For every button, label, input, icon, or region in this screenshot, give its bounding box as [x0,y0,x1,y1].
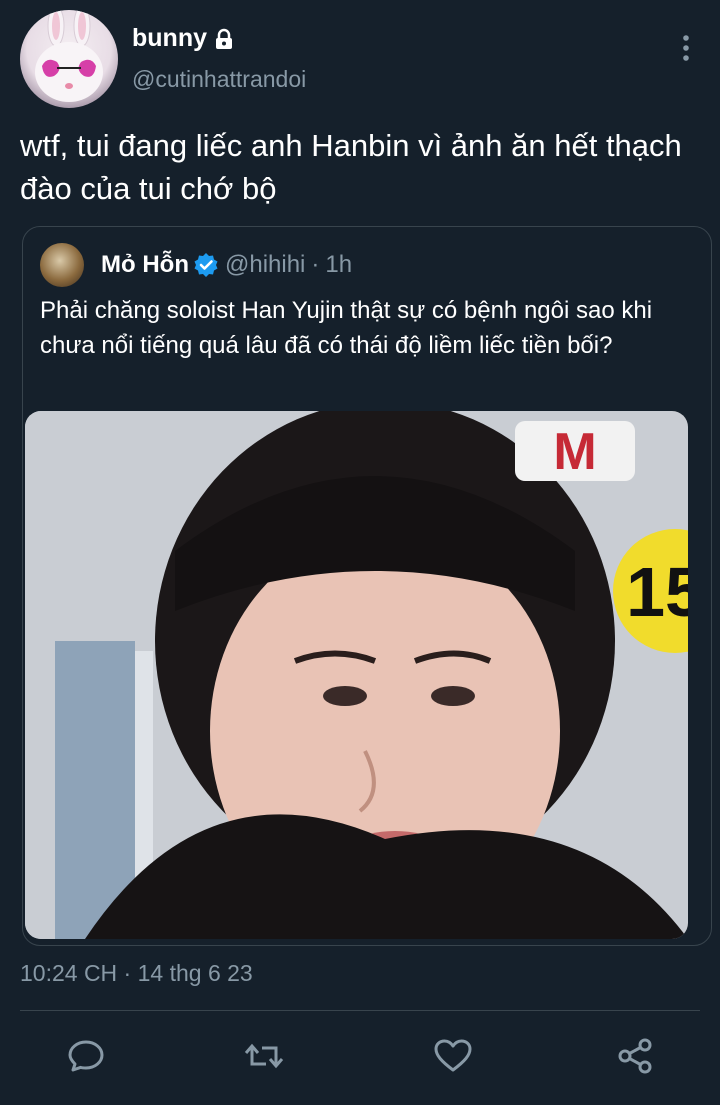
quoted-author-handle[interactable]: @hihihi [225,251,305,279]
separator-dot: · [311,251,320,278]
like-icon[interactable] [433,1036,473,1076]
verified-badge-icon [193,252,219,278]
quoted-author-name[interactable]: Mỏ Hỗn [101,251,189,279]
reply-icon[interactable] [66,1036,106,1076]
quoted-tweet-header: Mỏ Hỗn @hihihi · 1h [101,251,352,279]
quoted-tweet[interactable]: Mỏ Hỗn @hihihi · 1h Phải chăng soloist H… [22,226,712,946]
share-icon[interactable] [616,1036,656,1076]
quoted-tweet-text: Phải chăng soloist Han Yujin thật sự có … [40,297,653,359]
media-badge-text: 15 [626,553,688,631]
tweet-timestamp[interactable]: 10:24 CH · 14 thg 6 23 [20,960,253,987]
action-bar [0,1030,720,1080]
tweet-text: wtf, tui đang liếc anh Hanbin vì ảnh ăn … [20,128,682,206]
tweet-header: bunny @cutinhattrandoi [20,10,700,110]
divider [20,1010,700,1011]
quoted-author-avatar[interactable] [40,243,84,287]
lock-icon [213,28,235,50]
more-options-icon[interactable] [676,32,696,64]
quoted-tweet-photo[interactable]: M 15 [25,411,688,939]
quoted-tweet-time[interactable]: 1h [325,251,352,279]
author-handle[interactable]: @cutinhattrandoi [132,66,306,93]
author-display-name[interactable]: bunny [132,24,235,53]
retweet-icon[interactable] [244,1036,284,1076]
media-logo-text: M [553,423,596,481]
bunny-avatar-icon[interactable] [20,10,118,108]
